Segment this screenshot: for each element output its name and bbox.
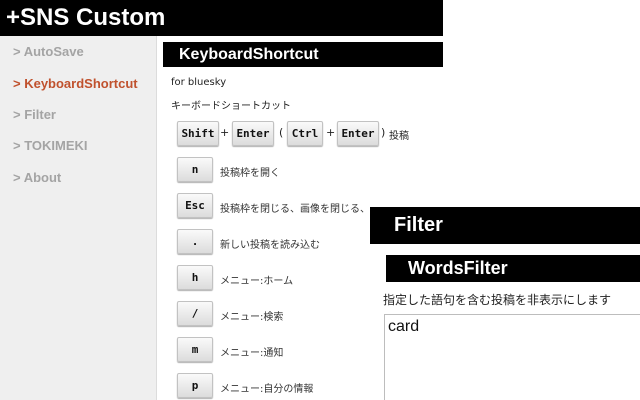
- key-enter: Enter: [232, 121, 274, 146]
- key-period: .: [177, 229, 213, 254]
- shortcut-description: 投稿: [389, 131, 409, 142]
- shortcut-description: 新しい投稿を読み込む: [220, 240, 320, 251]
- filter-panel: Filter WordsFilter 指定した語句を含む投稿を非表示にします c…: [366, 205, 640, 400]
- key-ctrl: Ctrl: [287, 121, 323, 146]
- sidebar: > AutoSave > KeyboardShortcut > Filter >…: [0, 36, 157, 400]
- filter-description: 指定した語句を含む投稿を非表示にします: [383, 293, 612, 307]
- shortcut-description: メニュー:検索: [220, 312, 284, 323]
- section-heading-filter: Filter: [370, 207, 640, 244]
- subtitle: for bluesky: [171, 77, 227, 88]
- section-heading-keyboardshortcut: KeyboardShortcut: [163, 42, 443, 67]
- key-p: p: [177, 373, 213, 398]
- key-esc: Esc: [177, 193, 213, 218]
- shortcut-description: メニュー:通知: [220, 348, 284, 359]
- section-label: キーボードショートカット: [171, 101, 291, 112]
- sidebar-item-autosave[interactable]: > AutoSave: [13, 44, 84, 59]
- sidebar-item-keyboardshortcut[interactable]: > KeyboardShortcut: [13, 76, 138, 91]
- shortcut-description: 投稿枠を開く: [220, 168, 280, 179]
- plus-sign: +: [326, 126, 336, 139]
- key-m: m: [177, 337, 213, 362]
- sidebar-item-about[interactable]: > About: [13, 170, 61, 185]
- sidebar-item-tokimeki[interactable]: > TOKIMEKI: [13, 138, 88, 153]
- key-shift: Shift: [177, 121, 219, 146]
- key-enter: Enter: [337, 121, 379, 146]
- paren-open: (: [279, 126, 284, 139]
- shortcut-description: メニュー:自分の情報: [220, 384, 314, 395]
- sidebar-item-filter[interactable]: > Filter: [13, 107, 56, 122]
- section-heading-wordsfilter: WordsFilter: [386, 255, 640, 282]
- paren-close: ): [381, 126, 386, 139]
- plus-sign: +: [220, 126, 230, 139]
- words-filter-input[interactable]: card: [384, 314, 640, 400]
- key-slash: /: [177, 301, 213, 326]
- shortcut-description: 投稿枠を閉じる、画像を閉じる、: [220, 204, 370, 215]
- key-h: h: [177, 265, 213, 290]
- key-n: n: [177, 157, 213, 182]
- app-title: +SNS Custom: [0, 0, 443, 36]
- shortcut-description: メニュー:ホーム: [220, 276, 294, 287]
